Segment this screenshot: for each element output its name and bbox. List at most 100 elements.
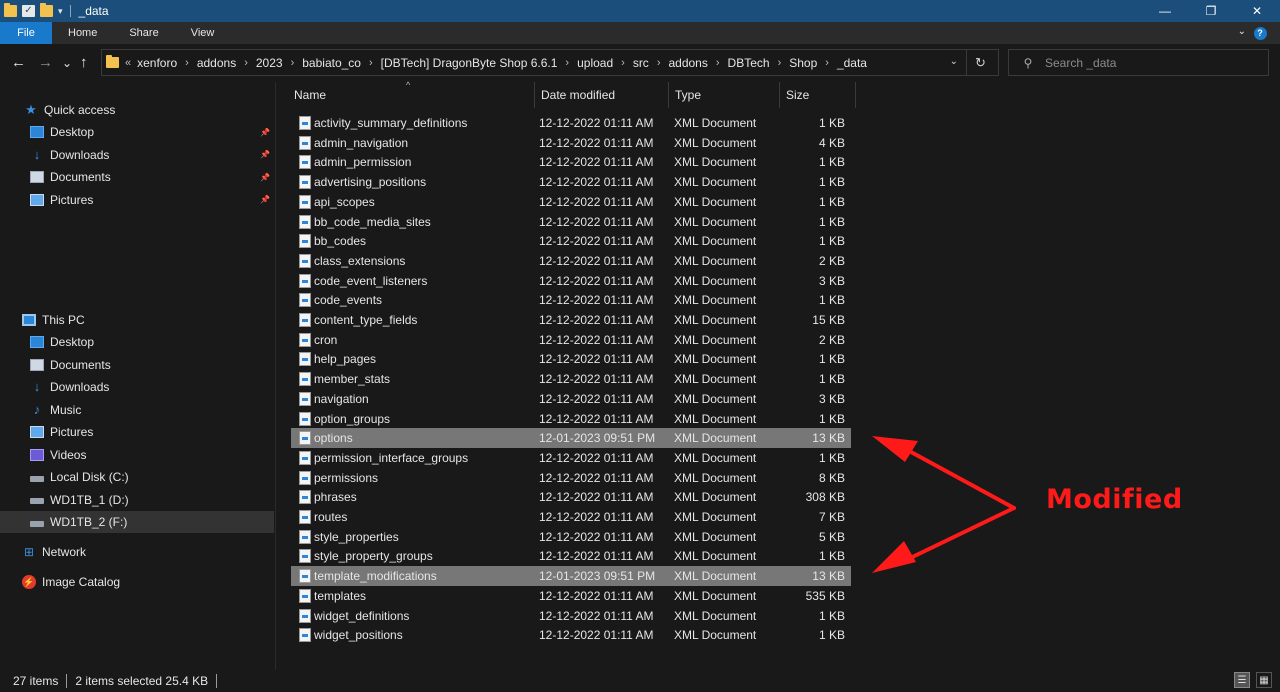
breadcrumb-separator-icon[interactable]: › [778,57,782,69]
file-row[interactable]: advertising_positions 12-12-2022 01:11 AM… [291,172,851,192]
help-button[interactable]: ? [1250,22,1270,44]
column-header-size[interactable]: Size [780,82,856,108]
breadcrumb-separator-icon[interactable]: › [185,57,189,69]
file-row[interactable]: admin_navigation 12-12-2022 01:11 AM XML D… [291,133,851,153]
forward-button[interactable]: → [38,54,53,72]
sidebar-item[interactable]: Pictures [0,421,274,443]
sidebar-item[interactable]: Documents 📌 [0,166,274,188]
file-row[interactable]: code_events 12-12-2022 01:11 AM XML Docume… [291,290,851,310]
breadcrumb-item[interactable]: addons [197,56,236,70]
sidebar-item[interactable]: ↓ Downloads 📌 [0,144,274,166]
breadcrumb-separator-icon[interactable]: › [657,57,661,69]
back-button[interactable]: ← [11,54,26,72]
breadcrumb-item[interactable]: _data [837,56,867,70]
breadcrumb-item[interactable]: xenforo [137,56,177,70]
file-row[interactable]: widget_definitions 12-12-2022 01:11 AM XML… [291,606,851,626]
sidebar-item[interactable]: Local Disk (C:) [0,466,274,488]
breadcrumb-overflow-icon[interactable]: « [125,57,131,69]
large-icons-view-button[interactable]: ▦ [1256,672,1272,688]
file-date-modified: 12-12-2022 01:11 AM [539,450,654,465]
file-row[interactable]: cron 12-12-2022 01:11 AM XML Document 2 KB [291,330,851,350]
file-row[interactable]: templates 12-12-2022 01:11 AM XML Document… [291,586,851,606]
breadcrumb: « xenforo › addons › 2023 › babiato_co › [DBTech… [125,56,867,70]
minimize-button[interactable]: — [1142,0,1188,22]
sidebar-item[interactable]: Pictures 📌 [0,189,274,211]
breadcrumb-separator-icon[interactable]: › [716,57,720,69]
file-row[interactable]: bb_codes 12-12-2022 01:11 AM XML Document 1… [291,231,851,251]
breadcrumb-separator-icon[interactable]: › [621,57,625,69]
file-row[interactable]: option_groups 12-12-2022 01:11 AM XML Docu… [291,409,851,429]
file-row[interactable]: template_modifications 12-01-2023 09:51 P… [291,566,851,587]
breadcrumb-separator-icon[interactable]: › [291,57,295,69]
file-row[interactable]: phrases 12-12-2022 01:11 AM XML Document 30… [291,487,851,507]
file-row[interactable]: code_event_listeners 12-12-2022 01:11 AM X… [291,271,851,291]
file-row[interactable]: class_extensions 12-12-2022 01:11 AM XML D… [291,251,851,271]
breadcrumb-separator-icon[interactable]: › [369,57,373,69]
details-view-button[interactable]: ☰ [1234,672,1250,688]
sidebar-network[interactable]: ⊞ Network [0,541,274,563]
properties-icon[interactable]: ✓ [22,5,35,17]
folder-icon[interactable] [4,3,17,17]
folder-icon [106,55,119,68]
column-header-date-modified[interactable]: Date modified [535,82,669,108]
column-header-type[interactable]: Type [669,82,780,108]
breadcrumb-item[interactable]: 2023 [256,56,283,70]
breadcrumb-item[interactable]: src [633,56,649,70]
file-row[interactable]: bb_code_media_sites 12-12-2022 01:11 AM XM… [291,212,851,232]
file-row[interactable]: member_stats 12-12-2022 01:11 AM XML Docum… [291,369,851,389]
refresh-button[interactable]: ↻ [966,50,994,75]
breadcrumb-item[interactable]: [DBTech] DragonByte Shop 6.6.1 [381,56,558,70]
sidebar-item[interactable]: ↓ Downloads [0,376,274,398]
file-row[interactable]: content_type_fields 12-12-2022 01:11 AM XM… [291,310,851,330]
file-row[interactable]: permissions 12-12-2022 01:11 AM XML Docume… [291,468,851,488]
breadcrumb-separator-icon[interactable]: › [565,57,569,69]
up-button[interactable]: ↑ [80,54,88,72]
sidebar-item[interactable]: Desktop 📌 [0,121,274,143]
sidebar-this-pc[interactable]: This PC [0,309,274,331]
expand-ribbon-icon[interactable]: ⌄ [1238,26,1246,37]
address-history-icon[interactable]: ⌄ [950,56,958,67]
breadcrumb-separator-icon[interactable]: › [244,57,248,69]
maximize-button[interactable]: ❐ [1188,0,1234,22]
sidebar-item[interactable]: Desktop [0,331,274,353]
breadcrumb-item[interactable]: upload [577,56,613,70]
sidebar-item[interactable]: Documents [0,354,274,376]
file-row[interactable]: admin_permission 12-12-2022 01:11 AM XML D… [291,152,851,172]
file-row[interactable]: options 12-01-2023 09:51 PM XML Document 13… [291,428,851,449]
sidebar-item[interactable]: Videos [0,444,274,466]
sidebar-image-catalog[interactable]: ⚡ Image Catalog [0,571,274,593]
file-name: content_type_fields [314,313,418,327]
new-folder-icon[interactable] [40,3,53,17]
sidebar-item[interactable]: WD1TB_2 (F:) [0,511,274,533]
address-bar[interactable]: « xenforo › addons › 2023 › babiato_co › [DBTech… [101,49,999,76]
file-row[interactable]: activity_summary_definitions 12-12-2022 0… [291,113,851,133]
sidebar-quick-access[interactable]: ★ Quick access [0,99,274,121]
file-row[interactable]: permission_interface_groups 12-12-2022 01… [291,448,851,468]
sidebar-item[interactable]: ♪ Music [0,399,274,421]
file-row[interactable]: style_property_groups 12-12-2022 01:11 AM… [291,546,851,566]
file-row[interactable]: style_properties 12-12-2022 01:11 AM XML D… [291,527,851,547]
search-input[interactable]: Search _data [1045,56,1116,70]
recent-locations-button[interactable]: ⌄ [62,54,72,72]
file-row[interactable]: api_scopes 12-12-2022 01:11 AM XML Documen… [291,192,851,212]
tab-share[interactable]: Share [113,22,174,44]
tab-home[interactable]: Home [52,22,113,44]
file-row[interactable]: routes 12-12-2022 01:11 AM XML Document 7 K… [291,507,851,527]
search-box[interactable]: ⚲ Search _data [1008,49,1269,76]
file-row[interactable]: navigation 12-12-2022 01:11 AM XML Documen… [291,389,851,409]
customize-toolbar-icon[interactable]: ▾ [58,6,63,17]
breadcrumb-item[interactable]: addons [668,56,707,70]
column-header-name[interactable]: Name [288,82,535,108]
tab-file[interactable]: File [0,22,52,44]
file-row[interactable]: help_pages 12-12-2022 01:11 AM XML Documen… [291,349,851,369]
breadcrumb-item[interactable]: Shop [789,56,817,70]
breadcrumb-separator-icon[interactable]: › [825,57,829,69]
file-type: XML Document [674,569,757,584]
file-type: XML Document [674,588,757,603]
tab-view[interactable]: View [175,22,231,44]
file-row[interactable]: widget_positions 12-12-2022 01:11 AM XML D… [291,625,851,645]
breadcrumb-item[interactable]: babiato_co [302,56,361,70]
breadcrumb-item[interactable]: DBTech [728,56,770,70]
close-button[interactable]: ✕ [1234,0,1280,22]
sidebar-item[interactable]: WD1TB_1 (D:) [0,489,274,511]
